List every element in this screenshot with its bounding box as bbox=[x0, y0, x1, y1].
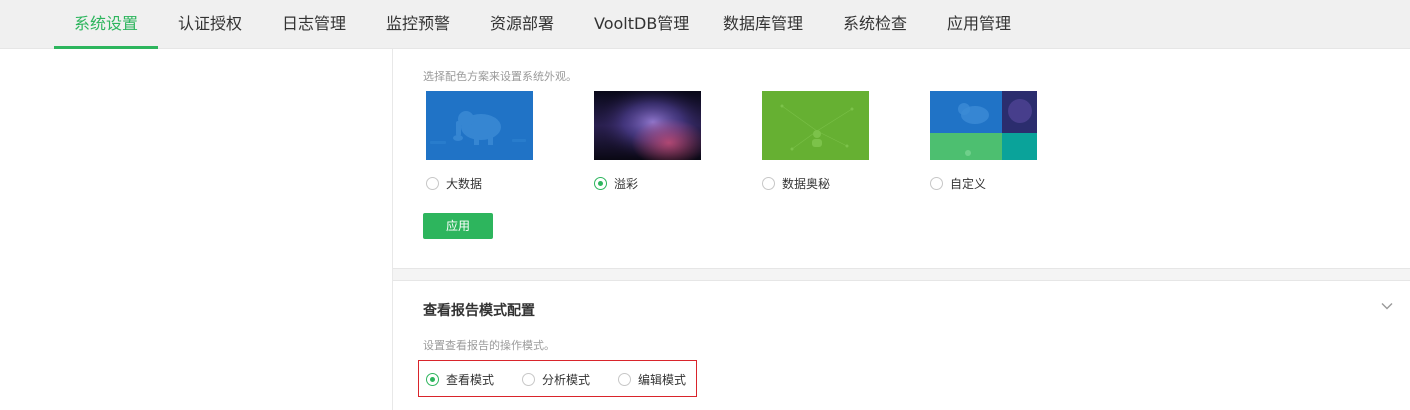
radio-checked-icon[interactable] bbox=[426, 372, 439, 386]
radio-icon[interactable] bbox=[426, 176, 439, 190]
tab-monitoring-alerts[interactable]: 监控预警 bbox=[386, 0, 450, 49]
theme-option-custom[interactable]: 自定义 bbox=[930, 176, 987, 191]
theme-option-label: 溢彩 bbox=[614, 176, 639, 191]
tab-vooltdb-management[interactable]: VooltDB管理 bbox=[594, 0, 689, 49]
tab-auth[interactable]: 认证授权 bbox=[178, 0, 242, 49]
theme-option-label: 大数据 bbox=[446, 176, 483, 191]
radio-icon[interactable] bbox=[618, 372, 631, 386]
custom-grid-thumbnail[interactable] bbox=[930, 91, 1037, 160]
theme-option-data-mystery[interactable]: 数据奥秘 bbox=[762, 176, 831, 191]
top-nav: 系统设置 认证授权 日志管理 监控预警 资源部署 VooltDB管理 数据库管理… bbox=[0, 0, 1410, 49]
theme-description: 选择配色方案来设置系统外观。 bbox=[423, 70, 577, 83]
radio-checked-icon[interactable] bbox=[594, 176, 607, 190]
tab-app-management[interactable]: 应用管理 bbox=[947, 0, 1011, 49]
tab-log-management[interactable]: 日志管理 bbox=[282, 0, 346, 49]
report-mode-card: 查看报告模式配置 设置查看报告的操作模式。 查看模式 分析模式 编辑模式 bbox=[393, 280, 1410, 410]
tab-resource-deploy[interactable]: 资源部署 bbox=[490, 0, 554, 49]
radio-icon[interactable] bbox=[762, 176, 775, 190]
theme-option-bigdata[interactable]: 大数据 bbox=[426, 176, 483, 191]
mode-option-view[interactable]: 查看模式 bbox=[426, 372, 495, 387]
theme-settings-card: 选择配色方案来设置系统外观。 大数据 溢彩 数据奥秘 自定义 应用 bbox=[393, 49, 1410, 269]
apply-button[interactable]: 应用 bbox=[423, 213, 493, 239]
elephant-icon bbox=[426, 91, 533, 160]
mode-option-label: 查看模式 bbox=[446, 372, 495, 387]
mode-option-label: 分析模式 bbox=[542, 372, 591, 387]
theme-option-label: 数据奥秘 bbox=[782, 176, 831, 191]
chevron-down-icon[interactable] bbox=[1380, 299, 1394, 313]
tab-system-settings[interactable]: 系统设置 bbox=[53, 0, 159, 49]
radio-icon[interactable] bbox=[930, 176, 943, 190]
mode-option-analyze[interactable]: 分析模式 bbox=[522, 372, 591, 387]
left-panel bbox=[0, 49, 393, 410]
radio-icon[interactable] bbox=[522, 372, 535, 386]
aurora-icon bbox=[594, 91, 701, 160]
mode-option-label: 编辑模式 bbox=[638, 372, 687, 387]
custom-grid-icon bbox=[930, 91, 1037, 160]
theme-option-label: 自定义 bbox=[950, 176, 987, 191]
elephant-thumbnail[interactable] bbox=[426, 91, 533, 160]
mode-option-edit[interactable]: 编辑模式 bbox=[618, 372, 687, 387]
tab-system-check[interactable]: 系统检查 bbox=[843, 0, 907, 49]
content-area: 选择配色方案来设置系统外观。 大数据 溢彩 数据奥秘 自定义 应用 查看报告模式… bbox=[393, 49, 1410, 410]
network-thumbnail[interactable] bbox=[762, 91, 869, 160]
aurora-thumbnail[interactable] bbox=[594, 91, 701, 160]
theme-option-vivid[interactable]: 溢彩 bbox=[594, 176, 639, 191]
report-mode-description: 设置查看报告的操作模式。 bbox=[423, 339, 555, 352]
tab-database-management[interactable]: 数据库管理 bbox=[723, 0, 803, 49]
report-mode-title: 查看报告模式配置 bbox=[423, 303, 535, 319]
network-icon bbox=[762, 91, 869, 160]
